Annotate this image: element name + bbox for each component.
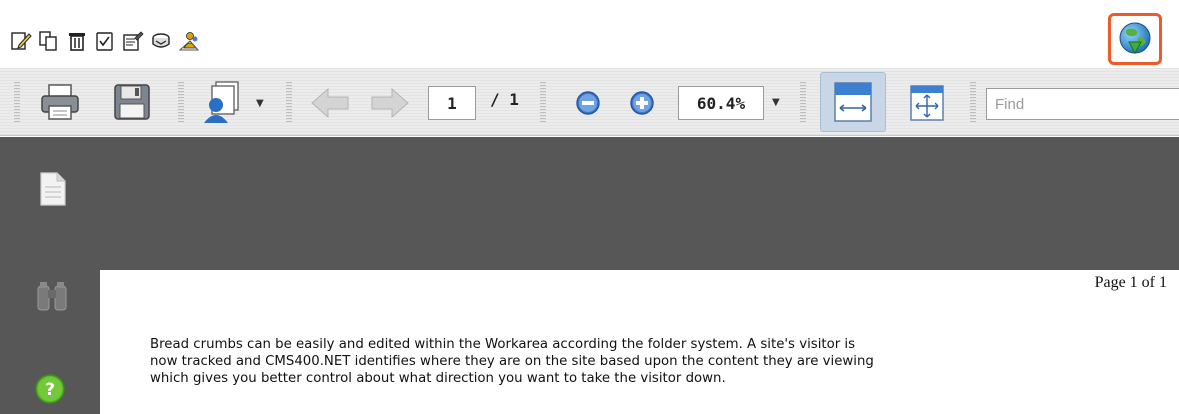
pages-panel-icon[interactable] xyxy=(30,167,74,211)
fit-width-icon xyxy=(834,82,872,122)
previous-page-icon[interactable] xyxy=(306,84,354,122)
navigation-sidebar: ? xyxy=(0,137,100,414)
zoom-in-icon[interactable] xyxy=(626,88,658,118)
body-line: now tracked and CMS400.NET identifies wh… xyxy=(150,354,874,369)
delete-icon[interactable] xyxy=(64,28,90,54)
checklist-icon[interactable] xyxy=(92,28,118,54)
app-window: ▼ 1 / 1 60.4% ▼ Find ? Page 1 of 1 Bread… xyxy=(0,0,1179,414)
save-icon[interactable] xyxy=(108,80,156,124)
toolbar-grip[interactable] xyxy=(970,82,976,122)
share-user-icon[interactable] xyxy=(200,78,248,126)
properties-icon[interactable] xyxy=(120,28,146,54)
toolbar-grip[interactable] xyxy=(178,82,184,122)
zoom-level-input[interactable]: 60.4% xyxy=(678,86,764,120)
page-total: / 1 xyxy=(490,90,519,109)
pdf-toolbar: ▼ 1 / 1 60.4% ▼ Find xyxy=(0,68,1179,136)
document-page: Page 1 of 1 Bread crumbs can be easily a… xyxy=(100,270,1179,414)
archive-icon[interactable] xyxy=(148,28,174,54)
copy-icon[interactable] xyxy=(36,28,62,54)
toolbar-grip[interactable] xyxy=(800,82,806,122)
fit-page-icon[interactable] xyxy=(904,82,950,124)
next-page-icon[interactable] xyxy=(366,84,414,122)
approve-icon[interactable] xyxy=(176,28,202,54)
search-binoculars-icon[interactable] xyxy=(30,277,74,317)
svg-text:?: ? xyxy=(45,380,55,400)
current-page-input[interactable]: 1 xyxy=(428,86,476,120)
body-line: which gives you better control about wha… xyxy=(150,371,726,386)
page-number-label: Page 1 of 1 xyxy=(1094,274,1167,291)
fit-width-button[interactable] xyxy=(820,72,886,132)
toolbar-grip[interactable] xyxy=(540,82,546,122)
document-body: Bread crumbs can be easily and edited wi… xyxy=(150,336,1170,387)
edit-icon[interactable] xyxy=(8,28,34,54)
toolbar-grip[interactable] xyxy=(14,82,20,122)
zoom-out-icon[interactable] xyxy=(572,88,604,118)
find-input[interactable]: Find xyxy=(986,88,1179,120)
globe-download-icon xyxy=(1119,22,1151,55)
action-bar xyxy=(0,0,1179,65)
toolbar-grip[interactable] xyxy=(286,82,292,122)
globe-download-button[interactable] xyxy=(1108,13,1162,65)
zoom-dropdown-icon[interactable]: ▼ xyxy=(772,97,780,108)
chevron-down-icon[interactable]: ▼ xyxy=(256,98,264,109)
print-icon[interactable] xyxy=(36,80,84,124)
action-icons xyxy=(8,28,202,54)
help-icon[interactable]: ? xyxy=(30,369,70,409)
body-line: Bread crumbs can be easily and edited wi… xyxy=(150,337,856,352)
